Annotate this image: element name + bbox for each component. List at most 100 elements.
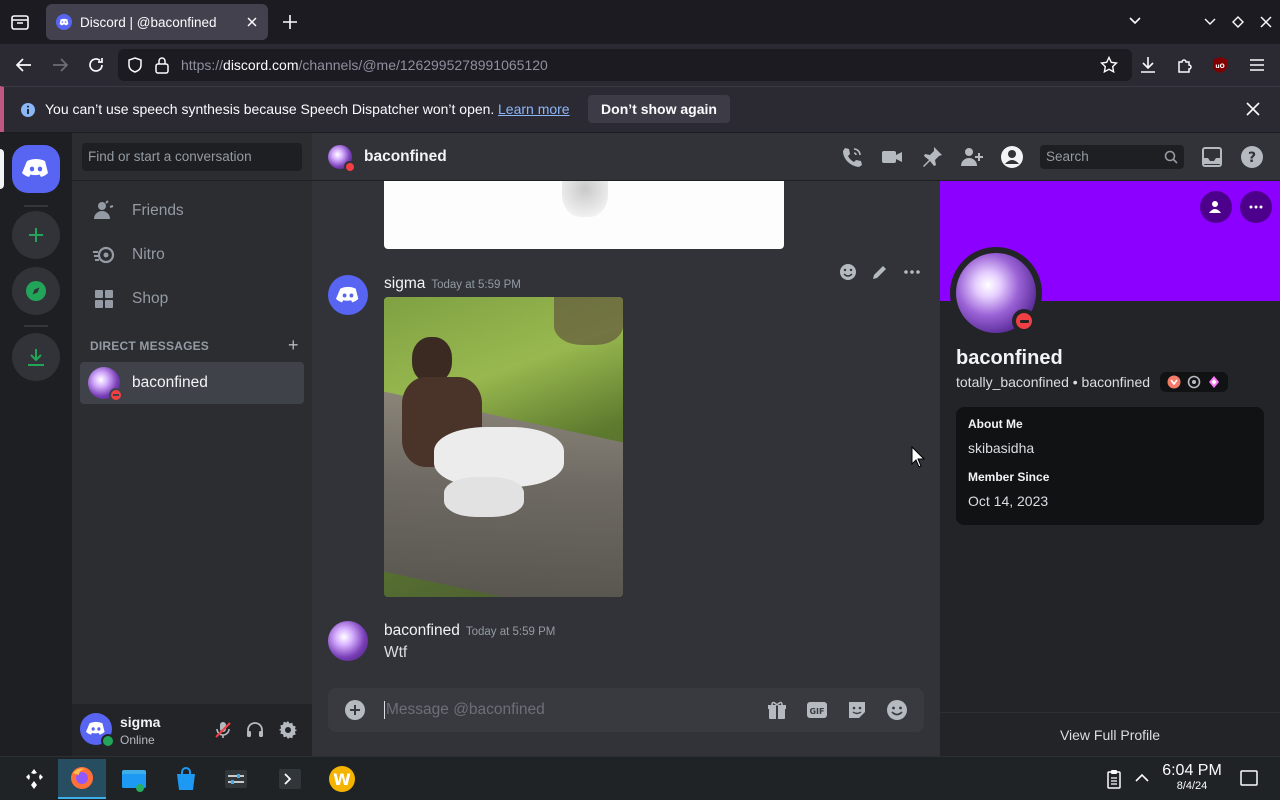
emoji-icon[interactable] <box>886 699 908 721</box>
bookmark-star-icon[interactable] <box>1100 56 1118 74</box>
sidebar-item-label: Shop <box>132 290 169 307</box>
downloads-icon[interactable] <box>1138 55 1158 75</box>
lock-icon[interactable] <box>154 56 170 74</box>
active-pill <box>0 149 4 189</box>
dnd-status-icon <box>109 388 123 402</box>
ublock-origin-icon[interactable]: uO <box>1212 56 1228 74</box>
new-tab-icon[interactable] <box>281 13 299 31</box>
discord-logo-icon <box>336 286 359 302</box>
wps-office-taskbar-button[interactable]: W <box>322 759 362 799</box>
nitro-badge-icon[interactable] <box>1187 375 1201 389</box>
help-icon[interactable]: ? <box>1240 145 1264 169</box>
pinned-messages-icon[interactable] <box>920 145 944 169</box>
add-server-button[interactable] <box>12 211 60 259</box>
add-friends-to-dm-icon[interactable] <box>960 145 984 169</box>
video-call-icon[interactable] <box>880 145 904 169</box>
friends-icon <box>92 199 116 223</box>
dm-item-baconfined[interactable]: baconfined <box>80 362 304 404</box>
extensions-puzzle-icon[interactable] <box>1175 55 1195 75</box>
add-reaction-icon[interactable] <box>838 262 858 282</box>
url-text: https://discord.com/channels/@me/1262995… <box>181 57 548 73</box>
tab-overview-icon[interactable] <box>10 12 30 32</box>
maximize-diamond-icon[interactable] <box>1231 15 1245 29</box>
hamburger-menu-icon[interactable] <box>1248 56 1266 74</box>
headphones-icon[interactable] <box>245 720 265 740</box>
home-dm-button[interactable] <box>12 145 60 193</box>
back-arrow-icon[interactable] <box>14 55 34 75</box>
app-launcher-icon[interactable] <box>14 759 54 799</box>
learn-more-link[interactable]: Learn more <box>498 101 570 117</box>
voice-call-icon[interactable] <box>840 145 864 169</box>
list-tabs-chevron-icon[interactable] <box>1128 16 1142 26</box>
url-bar[interactable]: https://discord.com/channels/@me/1262995… <box>118 49 1132 81</box>
sidebar-item-nitro[interactable]: Nitro <box>80 234 304 276</box>
boost-badge-icon[interactable] <box>1207 375 1221 389</box>
add-friend-button[interactable] <box>1200 191 1232 223</box>
terminal-taskbar-button[interactable] <box>270 759 310 799</box>
settings-sliders-icon <box>225 770 247 788</box>
mute-mic-icon[interactable] <box>213 720 233 740</box>
download-apps-button[interactable] <box>12 333 60 381</box>
clipboard-icon[interactable] <box>1106 769 1122 789</box>
edit-pencil-icon[interactable] <box>870 262 890 282</box>
message-hover-toolbar <box>832 259 928 285</box>
view-full-profile-link[interactable]: View Full Profile <box>940 712 1280 756</box>
message-input[interactable]: Message @baconfined <box>384 701 744 719</box>
reload-icon[interactable] <box>86 55 106 75</box>
online-status-icon <box>101 734 115 748</box>
show-desktop-icon[interactable] <box>1240 769 1258 787</box>
shop-icon <box>92 287 116 311</box>
avatar <box>88 367 123 402</box>
avatar <box>328 145 355 172</box>
clock[interactable]: 6:04 PM 8/4/24 <box>1158 762 1226 792</box>
about-me-title: About Me <box>968 417 1023 431</box>
close-tab-icon[interactable] <box>246 16 258 28</box>
avatar[interactable] <box>328 621 368 661</box>
download-icon <box>28 349 44 366</box>
more-options-icon[interactable] <box>902 262 922 282</box>
hypesquad-badge-icon[interactable] <box>1167 375 1181 389</box>
message-header: sigma Today at 5:59 PM <box>384 275 521 293</box>
user-status: Online <box>120 733 155 747</box>
browser-nav-bar: https://discord.com/channels/@me/1262995… <box>0 44 1280 86</box>
avatar[interactable] <box>328 275 368 315</box>
message-author[interactable]: baconfined <box>384 622 460 639</box>
gift-icon[interactable] <box>766 699 788 721</box>
file-manager-taskbar-button[interactable] <box>114 759 154 799</box>
find-conversation-input[interactable]: Find or start a conversation <box>82 143 302 171</box>
browser-tab[interactable]: Discord | @baconfined <box>46 4 268 40</box>
notification-bar: You can’t use speech synthesis because S… <box>0 86 1280 132</box>
firefox-taskbar-button[interactable] <box>58 759 106 799</box>
avatar[interactable] <box>80 713 115 748</box>
inbox-icon[interactable] <box>1200 145 1224 169</box>
create-dm-button[interactable]: + <box>288 335 299 356</box>
more-options-button[interactable] <box>1240 191 1272 223</box>
close-notification-icon[interactable] <box>1246 102 1260 116</box>
url-path: /channels/@me/1262995278991065120 <box>298 57 548 73</box>
system-settings-taskbar-button[interactable] <box>216 759 256 799</box>
settings-gear-icon[interactable] <box>278 720 298 740</box>
message-timestamp: Today at 5:59 PM <box>431 279 521 291</box>
discover-store-taskbar-button[interactable] <box>166 759 206 799</box>
gif-icon[interactable]: GIF <box>806 699 828 721</box>
sidebar-item-friends[interactable]: Friends <box>80 190 304 232</box>
previous-image-attachment[interactable] <box>384 181 784 249</box>
minimize-chevron-icon[interactable] <box>1203 17 1217 27</box>
about-me-card: About Me skibasidha Member Since Oct 14,… <box>956 407 1264 525</box>
explore-servers-button[interactable] <box>12 267 60 315</box>
search-input[interactable]: Search <box>1040 145 1184 169</box>
forward-arrow-icon[interactable] <box>50 55 70 75</box>
close-window-icon[interactable] <box>1259 15 1273 29</box>
image-attachment[interactable] <box>384 297 623 597</box>
url-prefix: https:// <box>181 57 224 73</box>
dont-show-again-button[interactable]: Don’t show again <box>588 95 730 123</box>
shield-icon[interactable] <box>126 56 144 74</box>
user-profile-toggle-icon[interactable] <box>1000 145 1024 169</box>
tray-expand-chevron-icon[interactable] <box>1134 771 1150 783</box>
message-author[interactable]: sigma <box>384 275 425 292</box>
channel-header: baconfined Search ? <box>312 133 1280 181</box>
upload-plus-icon[interactable] <box>344 699 366 721</box>
sticker-icon[interactable] <box>846 699 868 721</box>
message-timestamp: Today at 5:59 PM <box>465 626 556 638</box>
sidebar-item-shop[interactable]: Shop <box>80 278 304 320</box>
